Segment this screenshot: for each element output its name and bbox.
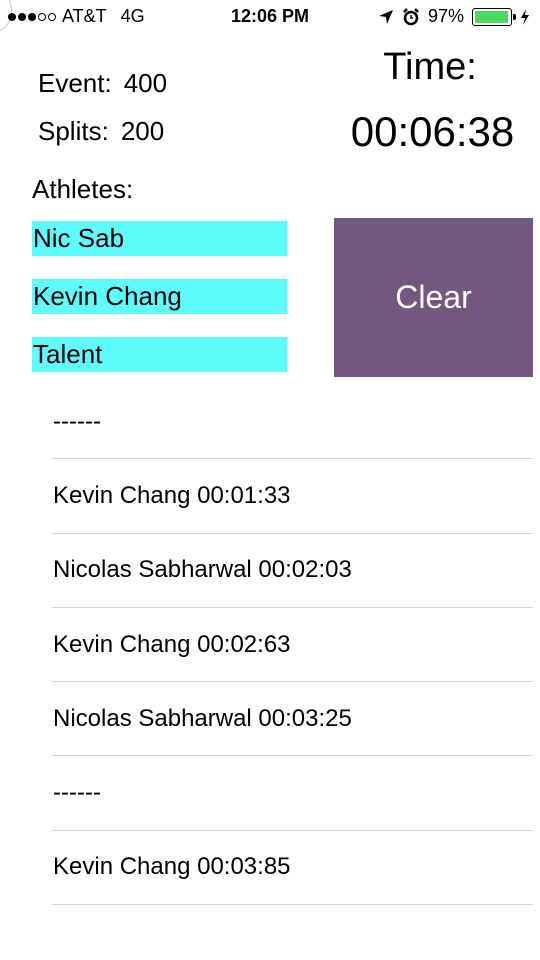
split-row[interactable]: Kevin Chang 00:01:33 <box>52 459 533 534</box>
status-bar: AT&T 4G 12:06 PM 97% <box>0 0 540 36</box>
clear-button[interactable]: Clear <box>334 218 533 377</box>
timer-display: 00:06:38 <box>350 108 515 155</box>
event-row: Event: 400 <box>38 68 167 99</box>
status-right: 97% <box>378 6 530 27</box>
event-value: 400 <box>123 68 168 98</box>
athlete-button-1[interactable]: Nic Sab <box>32 221 287 256</box>
split-row[interactable]: Kevin Chang 00:03:85 <box>52 831 533 906</box>
location-arrow-icon <box>378 9 393 24</box>
time-label: Time: <box>383 46 477 88</box>
event-label: Event: <box>38 68 112 98</box>
athlete-button-2[interactable]: Kevin Chang <box>32 279 287 314</box>
splits-value: 200 <box>120 116 165 146</box>
splits-label: Splits: <box>38 116 109 146</box>
split-row[interactable]: Nicolas Sabharwal 00:02:03 <box>52 534 533 608</box>
splits-list[interactable]: ------ Kevin Chang 00:01:33 Nicolas Sabh… <box>52 385 533 906</box>
splits-row: Splits: 200 <box>38 116 164 147</box>
split-separator-row[interactable]: ------ <box>52 756 533 831</box>
split-separator-row[interactable]: ------ <box>52 385 533 460</box>
charging-bolt-icon <box>521 8 529 25</box>
alarm-clock-icon <box>403 7 419 25</box>
athletes-heading: Athletes: <box>32 174 134 204</box>
battery-percent: 97% <box>427 6 464 26</box>
split-row[interactable]: Nicolas Sabharwal 00:03:25 <box>52 682 533 757</box>
split-row[interactable]: Kevin Chang 00:02:63 <box>52 608 533 683</box>
battery-icon <box>472 7 516 26</box>
athlete-button-3[interactable]: Talent <box>32 337 287 372</box>
battery-fill <box>475 10 508 23</box>
